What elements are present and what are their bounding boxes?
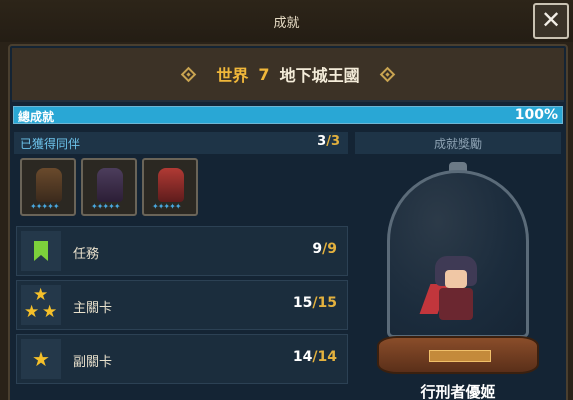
page-title: 成就 (273, 16, 300, 31)
three-stars-icon: ★ ★ ★ (24, 285, 58, 322)
companion-portraits: ✦✦✦✦✦ ✦✦✦✦✦ ✦✦✦✦✦ (20, 158, 198, 216)
companions-title: 已獲得同伴 (20, 137, 81, 151)
companions-count: 3/3 (317, 134, 340, 149)
achievement-total: /14 (312, 349, 337, 365)
dark-mage-sprite (97, 168, 123, 202)
close-button[interactable]: ✕ (533, 3, 569, 39)
world-number: 7 (258, 64, 270, 84)
achievement-current: 9 (312, 241, 323, 257)
close-icon: ✕ (540, 6, 562, 34)
reward-header: 成就獎勵 (355, 132, 561, 154)
achievement-row-side-stages: ★ 副關卡 14/14 (16, 334, 348, 384)
achievement-icon-box: ★ ★ ★ (21, 285, 61, 325)
hero-face (445, 270, 467, 288)
star-icon: ★ (32, 347, 50, 371)
companions-obtained: 3 (317, 134, 327, 149)
dome-pedestal (377, 336, 539, 374)
achievement-total: /9 (322, 241, 337, 257)
companion-portrait[interactable]: ✦✦✦✦✦ (20, 158, 76, 216)
red-hair-warrior-sprite (158, 168, 184, 202)
achievement-value: 15/15 (293, 295, 337, 311)
achievement-current: 15 (292, 295, 313, 311)
evolution-stars: ✦✦✦✦✦ (30, 202, 59, 211)
world-label: 世界 (216, 66, 249, 85)
diamond-ornament-icon (181, 66, 197, 82)
achievement-row-main-stages: ★ ★ ★ 主關卡 15/15 (16, 280, 348, 330)
reward-display: 行刑者優姬 (355, 156, 561, 400)
achievement-icon-box: ★ (21, 339, 61, 379)
achievement-icon-box (21, 231, 61, 271)
world-name: 地下城王國 (279, 66, 360, 85)
achievement-panel: 世界 7 地下城王國 總成就 100% 已獲得同伴 3/3 ✦✦✦✦✦ ✦✦✦✦… (8, 44, 568, 400)
total-achievement-percent: 100% (514, 107, 558, 123)
armored-knight-sprite (36, 168, 62, 202)
achievement-total: /15 (312, 295, 337, 311)
hero-body (439, 288, 473, 320)
total-achievement-label: 總成就 (18, 110, 55, 124)
world-banner: 世界 7 地下城王國 (12, 48, 564, 102)
companions-total: /3 (326, 134, 340, 149)
achievement-label: 主關卡 (73, 301, 113, 316)
achievement-label: 任務 (73, 247, 100, 262)
total-progress-bar: 總成就 100% (13, 106, 563, 124)
reward-hero-name: 行刑者優姬 (420, 383, 496, 400)
pedestal-plaque (429, 350, 491, 362)
achievement-current: 14 (292, 349, 313, 365)
companion-portrait[interactable]: ✦✦✦✦✦ (142, 158, 198, 216)
achievement-label: 副關卡 (73, 355, 113, 370)
bookmark-icon (34, 241, 48, 261)
top-bar: 成就 ✕ (0, 0, 573, 42)
diamond-ornament-icon (379, 66, 395, 82)
hero-figurine (419, 256, 487, 324)
achievement-value: 14/14 (293, 349, 337, 365)
evolution-stars: ✦✦✦✦✦ (91, 202, 120, 211)
evolution-stars: ✦✦✦✦✦ (152, 202, 181, 211)
companion-portrait[interactable]: ✦✦✦✦✦ (81, 158, 137, 216)
achievement-value: 9/9 (312, 241, 337, 257)
companions-header: 已獲得同伴 3/3 (14, 132, 348, 154)
achievement-row-quests: 任務 9/9 (16, 226, 348, 276)
progress-fill (14, 107, 562, 123)
